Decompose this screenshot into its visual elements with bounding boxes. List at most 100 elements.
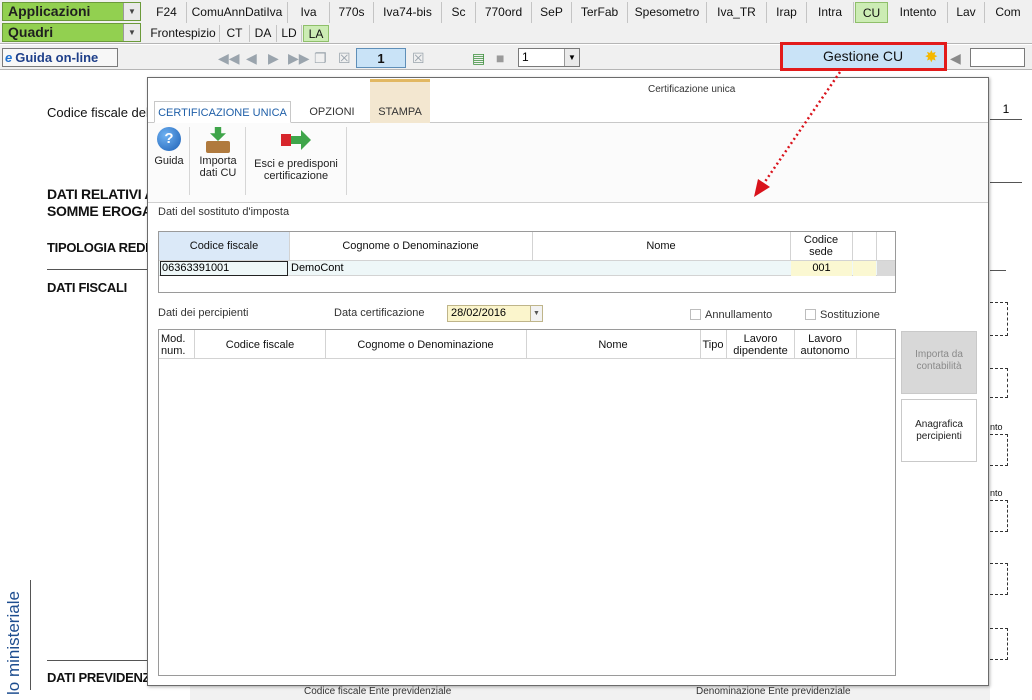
separator	[189, 127, 190, 195]
grid-line	[700, 330, 701, 358]
arrow-line	[760, 71, 842, 187]
importa-label: Importa	[199, 155, 237, 167]
last-page-icon[interactable]: ▶▶	[288, 50, 310, 66]
tab-sep[interactable]: SeP	[532, 2, 572, 23]
dati-previdenziali-heading: DATI PREVIDENZIA	[47, 670, 163, 685]
tab-comuanndatiiva[interactable]: ComuAnnDatiIva	[187, 2, 288, 23]
separator	[346, 127, 347, 195]
dati-relativi-heading-1: DATI RELATIVI AL	[47, 186, 163, 202]
header-mod-num: Mod. num.	[161, 333, 186, 357]
header-nome: Nome	[646, 240, 676, 252]
sostituzione-checkbox[interactable]: Sostituzione	[805, 309, 880, 322]
importa-contabilita-button[interactable]: Importa da contabilità	[901, 331, 977, 394]
guida-button[interactable]: ? Guida	[152, 127, 186, 167]
header-codice-fiscale: Codice fiscale	[189, 240, 259, 252]
grid-line	[526, 330, 527, 358]
percipienti-grid: Mod. num. Codice fiscale Cognome o Denom…	[158, 329, 896, 676]
certificazione-label: certificazione	[263, 170, 329, 182]
help-icon: ?	[157, 127, 181, 151]
denominazione-ente-label: Denominazione Ente previdenziale	[696, 686, 851, 697]
subtab-la[interactable]: LA	[303, 25, 329, 42]
cell-cognome[interactable]: DemoCont	[291, 261, 531, 276]
cell-codice-fiscale[interactable]: 06363391001	[160, 261, 288, 276]
tab-cu[interactable]: CU	[855, 2, 888, 23]
sparkle-cursor-icon: ✸	[924, 49, 938, 66]
quadri-combo[interactable]: Quadri ▼	[2, 23, 141, 42]
grid-line	[856, 330, 857, 358]
cell-nome[interactable]	[533, 261, 789, 276]
applicazioni-combo[interactable]: Applicazioni ▼	[2, 2, 141, 21]
header-codice-fiscale: Codice fiscale	[225, 339, 295, 351]
tab-terfab[interactable]: TerFab	[572, 2, 628, 23]
tab-lav[interactable]: Lav	[948, 2, 985, 23]
importa-dati-cu-button[interactable]: Importa dati CU	[194, 127, 242, 179]
module-select[interactable]: 1 ▼	[518, 48, 580, 67]
grid-line	[194, 330, 195, 358]
header-cognome: Cognome o Denominazione	[342, 240, 479, 252]
first-page-icon[interactable]: ◀◀	[218, 50, 240, 66]
header-codice-sede: Codice sede	[803, 234, 839, 258]
vertical-label: lo ministeriale	[4, 591, 23, 695]
delete-module-icon[interactable]: ☒	[412, 50, 425, 66]
applicazioni-label: Applicazioni	[8, 3, 91, 19]
next-page-icon[interactable]: ▶	[268, 50, 279, 66]
subtab-da[interactable]: DA	[250, 25, 277, 42]
chevron-down-icon[interactable]: ▼	[564, 49, 579, 66]
tab-sc[interactable]: Sc	[442, 2, 476, 23]
tab-intento[interactable]: Intento	[889, 2, 948, 23]
stop-icon[interactable]: ■	[496, 50, 504, 66]
table-row[interactable]: 06363391001 DemoCont 001	[159, 260, 895, 276]
subtab-ct[interactable]: CT	[220, 25, 250, 42]
subtab-frontespizio[interactable]: Frontespizio	[147, 25, 220, 42]
tab-certificazione-unica[interactable]: CERTIFICAZIONE UNICA	[154, 101, 291, 123]
chevron-down-icon[interactable]: ▼	[123, 24, 140, 41]
tab-irap[interactable]: Irap	[767, 2, 807, 23]
top-toolbar: Applicazioni ▼ Quadri ▼ F24 ComuAnnDatiI…	[0, 0, 1032, 44]
page-number-box[interactable]: 1	[356, 48, 406, 68]
exit-arrow-icon	[281, 130, 311, 152]
cell-codice-sede[interactable]: 001	[791, 261, 852, 276]
tab-iva-tr[interactable]: Iva_TR	[707, 2, 767, 23]
checkbox-box[interactable]	[690, 309, 701, 320]
field-box	[990, 628, 1008, 660]
tab-intra[interactable]: Intra	[807, 2, 854, 23]
field-box	[990, 302, 1008, 336]
copy-page-icon[interactable]: ❐	[314, 50, 327, 66]
divider	[47, 269, 147, 270]
tab-opzioni[interactable]: OPZIONI	[294, 101, 370, 123]
divider	[990, 182, 1022, 183]
header-tipo: Tipo	[702, 339, 724, 351]
import-icon	[206, 127, 230, 153]
tab-stampa[interactable]: STAMPA	[370, 79, 430, 123]
annullamento-checkbox[interactable]: Annullamento	[690, 309, 772, 322]
tab-spesometro[interactable]: Spesometro	[628, 2, 707, 23]
header-cognome: Cognome o Denominazione	[357, 339, 494, 351]
chevron-down-icon[interactable]: ▼	[123, 3, 140, 20]
left-arrow-icon[interactable]: ◀	[950, 50, 961, 66]
field-box	[990, 563, 1008, 595]
guida-online-button[interactable]: e Guida on-line	[2, 48, 118, 67]
cell-empty[interactable]	[853, 261, 876, 276]
tab-iva[interactable]: Iva	[288, 2, 330, 23]
chevron-down-icon[interactable]: ▼	[530, 306, 542, 321]
ribbon-tabs: CERTIFICAZIONE UNICA OPZIONI STAMPA	[148, 79, 988, 123]
ribbon-toolbar: ? Guida Importa dati CU Esci e predispon…	[148, 123, 988, 203]
field-box	[990, 434, 1008, 466]
prev-page-icon[interactable]: ◀	[246, 50, 257, 66]
esci-predisponi-button[interactable]: Esci e predisponi certificazione	[248, 127, 344, 182]
tab-iva74-bis[interactable]: Iva74-bis	[374, 2, 442, 23]
tab-770ord[interactable]: 770ord	[476, 2, 532, 23]
tab-f24[interactable]: F24	[147, 2, 187, 23]
delete-page-icon[interactable]: ☒	[338, 50, 351, 66]
data-certificazione-input[interactable]: 28/02/2016 ▼	[447, 305, 543, 322]
field-box	[990, 500, 1008, 532]
subtab-ld[interactable]: LD	[277, 25, 302, 42]
page-input[interactable]	[970, 48, 1025, 67]
add-module-icon[interactable]: ▤	[472, 50, 485, 66]
tab-com[interactable]: Com	[985, 2, 1031, 23]
tab-770s[interactable]: 770s	[330, 2, 374, 23]
anagrafica-percipienti-button[interactable]: Anagrafica percipienti	[901, 399, 977, 462]
data-certificazione-value: 28/02/2016	[451, 307, 507, 319]
checkbox-box[interactable]	[805, 309, 816, 320]
cf-ente-label: Codice fiscale Ente previdenziale	[304, 686, 452, 697]
